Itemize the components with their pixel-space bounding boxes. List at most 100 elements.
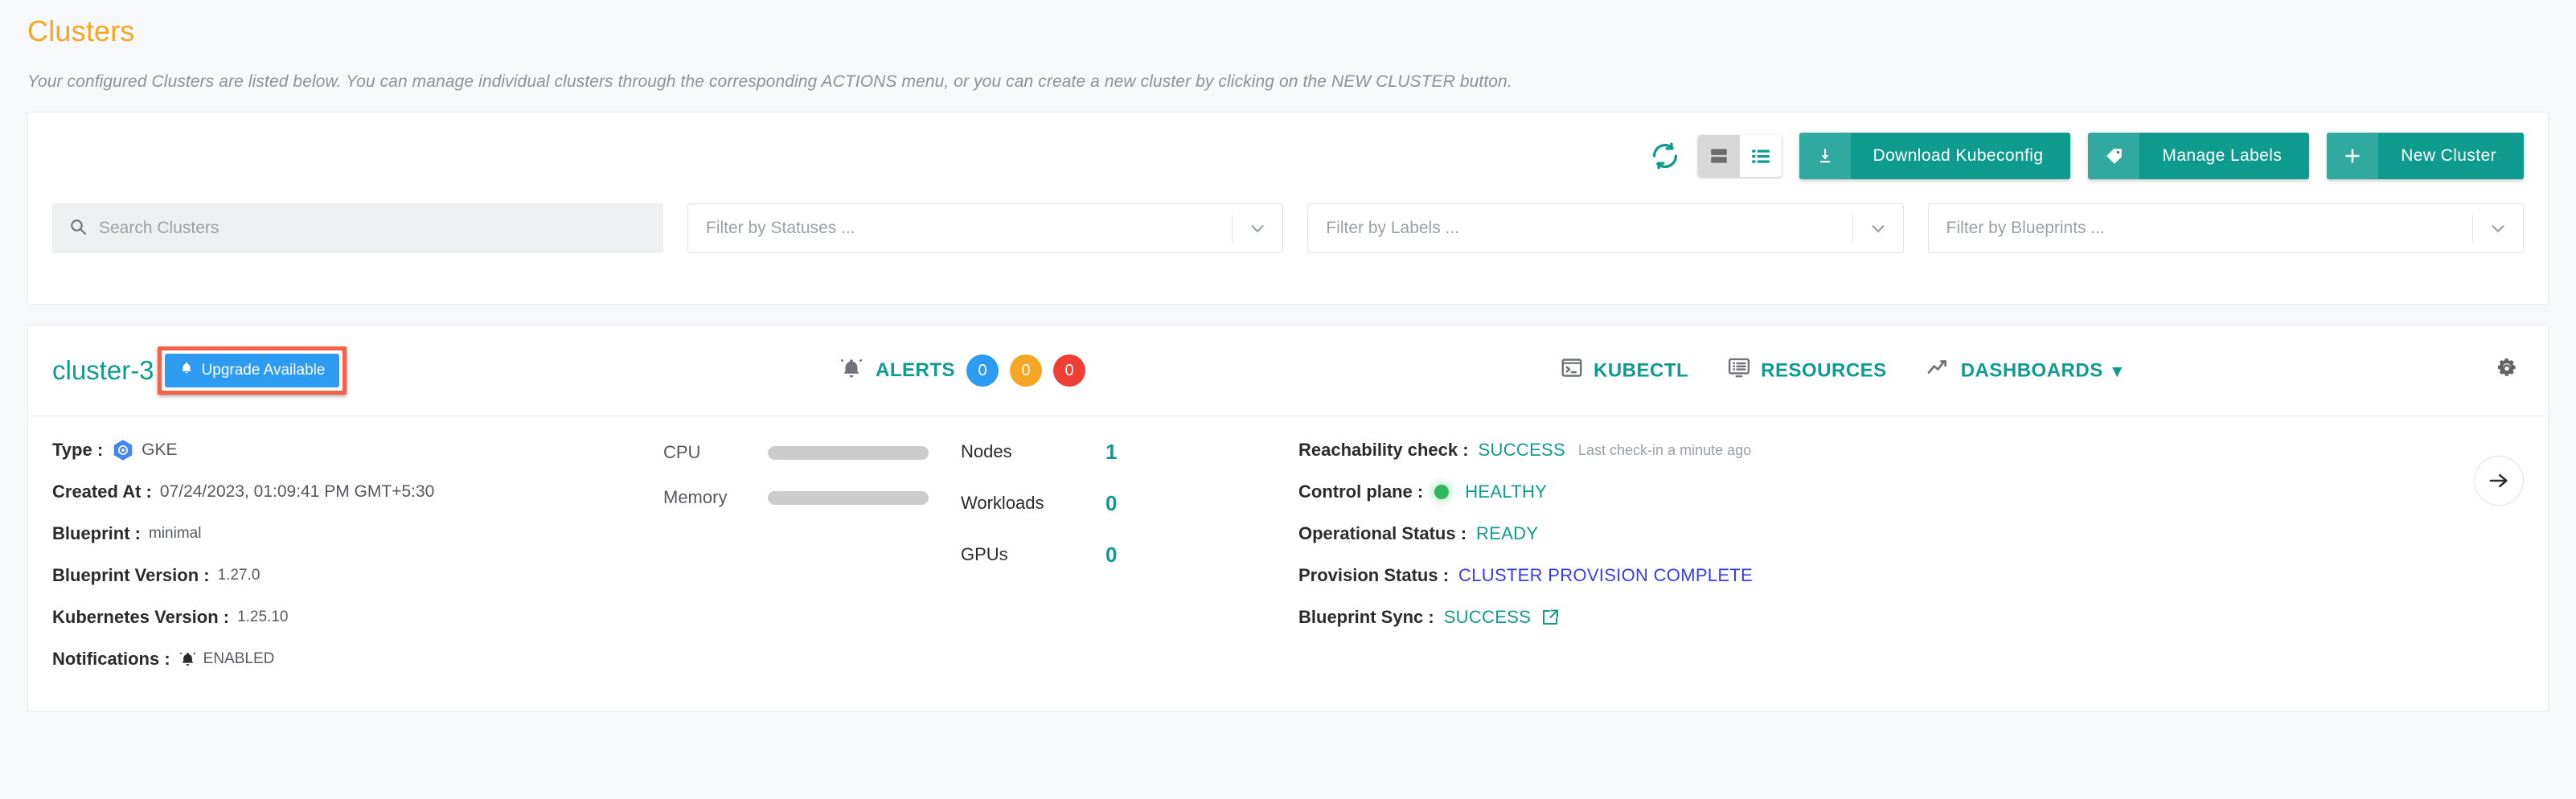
info-value: ENABLED xyxy=(203,650,275,667)
terminal-icon xyxy=(1560,356,1584,386)
alerts-group: ALERTS 0 0 0 xyxy=(839,354,1085,387)
cluster-info-column: Type : GKE Created At : 07/24/2023, 01:0… xyxy=(28,416,663,713)
manage-labels-button[interactable]: Manage Labels xyxy=(2088,133,2310,179)
cluster-counts-column: Nodes 1 Workloads 0 GPUs 0 xyxy=(961,416,1298,713)
resources-list-icon xyxy=(1727,356,1751,386)
filters-row: Filter by Statuses ... Filter by Labels … xyxy=(28,179,2548,253)
toolbar-actions: Download Kubeconfig Manage Labels New Cl… xyxy=(28,113,2548,179)
download-kubeconfig-button[interactable]: Download Kubeconfig xyxy=(1799,133,2071,179)
alerts-badge-info[interactable]: 0 xyxy=(966,354,999,387)
count-value: 1 xyxy=(1105,439,1118,464)
search-clusters-box[interactable] xyxy=(52,203,663,253)
info-value: 1.27.0 xyxy=(217,567,260,584)
count-row-nodes: Nodes 1 xyxy=(961,438,1298,465)
cluster-gauges-column: CPU Memory xyxy=(663,416,961,713)
info-key: Kubernetes Version : xyxy=(52,607,230,627)
upgrade-available-label: Upgrade Available xyxy=(201,362,326,379)
caret-down-icon[interactable]: ▾ xyxy=(2113,360,2123,381)
cluster-name-link[interactable]: cluster-3 xyxy=(52,355,154,386)
cluster-status-column: Reachability check : SUCCESS Last check-… xyxy=(1298,416,2548,713)
status-key: Control plane : xyxy=(1298,481,1424,502)
upgrade-available-highlight: Upgrade Available xyxy=(157,346,347,395)
cluster-card: cluster-3 Upgrade Available ALERTS 0 0 0… xyxy=(27,325,2549,712)
alerts-badge-warning[interactable]: 0 xyxy=(1010,354,1042,387)
chevron-down-icon[interactable] xyxy=(2473,218,2523,239)
info-row-created-at: Created At : 07/24/2023, 01:09:41 PM GMT… xyxy=(52,480,663,504)
page-subtitle: Your configured Clusters are listed belo… xyxy=(27,72,1512,91)
plus-icon xyxy=(2327,133,2379,179)
gauge-row-cpu: CPU xyxy=(663,440,961,465)
count-value: 0 xyxy=(1105,542,1118,567)
cluster-detail-arrow-button[interactable] xyxy=(2474,456,2524,506)
external-link-icon[interactable] xyxy=(1540,608,1560,627)
count-label: Workloads xyxy=(961,493,1044,513)
bell-icon xyxy=(179,361,194,380)
card-view-icon[interactable] xyxy=(1697,135,1740,177)
dashboards-label: DASHBOARDS xyxy=(1960,359,2103,381)
info-value: 1.25.10 xyxy=(237,608,289,625)
gauge-row-memory: Memory xyxy=(663,485,961,510)
info-key: Created At : xyxy=(52,481,152,502)
new-cluster-label: New Cluster xyxy=(2401,146,2496,165)
alerts-badge-critical[interactable]: 0 xyxy=(1053,354,1085,387)
view-toggle[interactable] xyxy=(1697,135,1782,177)
bell-ringing-icon xyxy=(839,356,864,386)
download-icon xyxy=(1799,133,1851,179)
refresh-icon[interactable] xyxy=(1650,141,1680,171)
cluster-card-body: Type : GKE Created At : 07/24/2023, 01:0… xyxy=(28,416,2548,713)
kubectl-action[interactable]: KUBECTL xyxy=(1560,356,1688,386)
kubectl-label: KUBECTL xyxy=(1594,359,1689,381)
info-row-kubernetes-version: Kubernetes Version : 1.25.10 xyxy=(52,605,663,629)
status-key: Blueprint Sync : xyxy=(1298,607,1434,627)
filter-by-labels-select[interactable]: Filter by Labels ... xyxy=(1307,203,1904,253)
last-check-in-text: Last check-in a minute ago xyxy=(1578,441,1752,458)
info-key: Blueprint Version : xyxy=(52,565,210,585)
status-key: Reachability check : xyxy=(1298,440,1469,460)
chevron-down-icon[interactable] xyxy=(1853,218,1903,239)
tag-icon xyxy=(2088,133,2140,179)
filter-blueprints-value: Filter by Blueprints ... xyxy=(1946,219,2105,237)
filter-labels-value: Filter by Labels ... xyxy=(1326,219,1460,237)
info-value: GKE xyxy=(142,440,178,459)
page-title: Clusters xyxy=(27,14,135,47)
gke-icon xyxy=(111,438,135,462)
list-view-icon[interactable] xyxy=(1739,135,1782,177)
resources-action[interactable]: RESOURCES xyxy=(1727,356,1887,386)
download-kubeconfig-label: Download Kubeconfig xyxy=(1873,146,2044,165)
status-row-reachability: Reachability check : SUCCESS Last check-… xyxy=(1298,438,2548,462)
upgrade-available-badge[interactable]: Upgrade Available xyxy=(164,354,340,387)
info-row-type: Type : GKE xyxy=(52,438,663,462)
cluster-actions-group: KUBECTL RESOURCES DASHBOARDS ▾ xyxy=(1560,355,2122,387)
clusters-page: Clusters Your configured Clusters are li… xyxy=(0,0,2576,799)
status-key: Operational Status : xyxy=(1298,523,1467,543)
gauge-label: Memory xyxy=(663,487,728,507)
info-key: Type : xyxy=(52,440,104,460)
filter-by-statuses-select[interactable]: Filter by Statuses ... xyxy=(687,203,1284,253)
info-row-notifications: Notifications : ENABLED xyxy=(52,647,663,671)
cluster-card-header: cluster-3 Upgrade Available ALERTS 0 0 0… xyxy=(28,326,2548,416)
gear-icon[interactable] xyxy=(2493,355,2521,387)
new-cluster-button[interactable]: New Cluster xyxy=(2327,133,2524,179)
toolbar-panel: Download Kubeconfig Manage Labels New Cl… xyxy=(27,112,2549,305)
status-row-operational: Operational Status : READY xyxy=(1298,522,2548,546)
bell-icon xyxy=(178,650,197,669)
healthy-status-dot xyxy=(1434,485,1450,499)
status-value: SUCCESS xyxy=(1443,607,1532,627)
status-row-blueprint-sync: Blueprint Sync : SUCCESS xyxy=(1298,605,2548,629)
count-label: GPUs xyxy=(961,544,1008,564)
count-label: Nodes xyxy=(961,441,1012,461)
count-row-gpus: GPUs 0 xyxy=(961,541,1298,568)
dashboards-action[interactable]: DASHBOARDS ▾ xyxy=(1926,355,2123,387)
chevron-down-icon[interactable] xyxy=(1233,218,1282,239)
alerts-label: ALERTS xyxy=(876,359,955,381)
search-input[interactable] xyxy=(99,219,647,238)
info-value: 07/24/2023, 01:09:41 PM GMT+5:30 xyxy=(159,482,435,501)
status-value: HEALTHY xyxy=(1465,481,1548,502)
filter-by-blueprints-select[interactable]: Filter by Blueprints ... xyxy=(1927,203,2524,253)
trending-up-icon xyxy=(1926,355,1951,387)
count-row-workloads: Workloads 0 xyxy=(961,490,1298,517)
memory-usage-bar xyxy=(768,490,929,505)
info-value: minimal xyxy=(149,525,202,542)
cpu-usage-bar xyxy=(768,445,929,460)
info-key: Notifications : xyxy=(52,649,170,669)
